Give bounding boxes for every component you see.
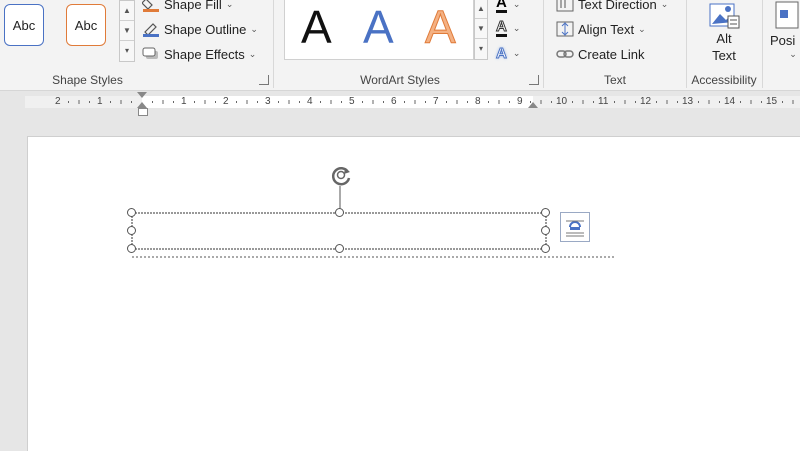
wordart-gallery-scroll[interactable]: ▲ ▼ ▾ [474, 0, 488, 60]
ruler-number: 2 [223, 96, 229, 107]
ruler-number: 6 [391, 96, 397, 107]
scroll-up-icon[interactable]: ▲ [475, 0, 487, 19]
position-icon [770, 0, 800, 30]
ruler-number: 3 [265, 96, 271, 107]
chevron-down-icon: ⌄ [250, 23, 258, 34]
position-label: Posi [770, 33, 796, 48]
right-indent-marker[interactable] [528, 102, 538, 108]
ribbon: Abc Abc ▲ ▼ ▾ Shape Fill ⌄ Shape Outline… [0, 0, 800, 91]
shape-styles-group-label: Shape Styles [52, 73, 123, 87]
alt-text-label-line1: Alt [716, 31, 732, 46]
text-effects-icon: A [496, 44, 508, 62]
paint-bucket-icon [141, 0, 160, 12]
alt-text-button[interactable]: Alt Text [700, 0, 748, 68]
shape-style-preset-label: Abc [74, 17, 98, 33]
text-direction-icon [556, 0, 574, 12]
layout-options-icon[interactable] [560, 212, 590, 242]
align-text-button[interactable]: Align Text ⌄ [556, 18, 646, 40]
shape-style-preset-1[interactable]: Abc [4, 4, 44, 46]
shape-fill-label: Shape Fill [164, 0, 222, 12]
accessibility-group-label: Accessibility [691, 73, 757, 87]
resize-handle-left[interactable] [127, 226, 136, 235]
left-indent-marker[interactable] [138, 108, 148, 116]
chevron-down-icon: ⌄ [512, 47, 521, 58]
create-link-button[interactable]: Create Link [556, 43, 644, 65]
wordart-styles-gallery[interactable]: A A A [284, 0, 474, 60]
wordart-style-blue[interactable]: A [363, 1, 394, 53]
ruler-number: 7 [433, 96, 439, 107]
align-text-label: Align Text [578, 21, 635, 37]
position-button[interactable]: Posi ⌄ [770, 0, 800, 68]
shape-outline-label: Shape Outline [164, 21, 247, 37]
scroll-down-icon[interactable]: ▼ [475, 19, 487, 39]
rotate-handle-icon[interactable] [328, 162, 354, 188]
first-line-indent-marker[interactable] [137, 92, 147, 98]
shape-effects-button[interactable]: Shape Effects ⌄ [142, 43, 256, 65]
chevron-down-icon: ⌄ [512, 22, 521, 33]
text-fill-button[interactable]: A ⌄ [496, 0, 530, 14]
shape-outline-button[interactable]: Shape Outline ⌄ [142, 18, 258, 40]
shape-styles-gallery-scroll[interactable]: ▲ ▼ ▾ [119, 0, 135, 62]
group-divider [686, 0, 687, 88]
ruler-number: 11 [598, 96, 609, 107]
ruler-number: 9 [517, 96, 523, 107]
text-group-label: Text [603, 73, 626, 87]
text-direction-label: Text Direction [578, 0, 657, 12]
resize-handle-bottom-left[interactable] [127, 244, 136, 253]
ruler-number: 2 [55, 96, 61, 107]
resize-handle-top[interactable] [335, 208, 344, 217]
resize-handle-bottom[interactable] [335, 244, 344, 253]
shape-effects-label: Shape Effects [164, 46, 245, 62]
alt-text-label-line2: Text [712, 48, 736, 63]
create-link-label: Create Link [578, 46, 645, 62]
link-icon [556, 46, 574, 62]
ruler-number: 8 [475, 96, 481, 107]
shape-effects-icon [142, 46, 160, 62]
scroll-down-icon[interactable]: ▼ [120, 21, 134, 41]
chevron-down-icon: ⌄ [225, 0, 234, 9]
document-page[interactable] [27, 136, 800, 451]
chevron-down-icon: ⌄ [638, 23, 646, 34]
scroll-up-icon[interactable]: ▲ [120, 1, 134, 21]
dialog-launcher-icon[interactable] [259, 75, 269, 85]
ruler-ticks [68, 100, 794, 104]
alt-text-icon [708, 0, 740, 30]
shape-style-preset-label: Abc [12, 17, 36, 33]
group-divider [273, 0, 274, 88]
text-direction-button[interactable]: Text Direction ⌄ [556, 0, 668, 15]
shape-style-preset-2[interactable]: Abc [66, 4, 106, 46]
chevron-down-icon: ⌄ [789, 49, 797, 59]
shape-fill-button[interactable]: Shape Fill ⌄ [141, 0, 234, 15]
resize-handle-top-right[interactable] [541, 208, 550, 217]
group-divider [762, 0, 763, 88]
wordart-style-black[interactable]: A [301, 1, 332, 53]
chevron-down-icon: ⌄ [512, 0, 521, 9]
ruler-number: 1 [181, 96, 187, 107]
ruler-number: 15 [766, 96, 778, 107]
ruler-number: 4 [307, 96, 313, 107]
gallery-more-icon[interactable]: ▾ [120, 41, 134, 61]
ruler-number: 12 [640, 96, 652, 107]
ruler-number: 14 [724, 96, 736, 107]
chevron-down-icon: ⌄ [660, 0, 669, 9]
dialog-launcher-icon[interactable] [529, 75, 539, 85]
text-outline-icon: A [496, 17, 507, 37]
ruler-number: 13 [682, 96, 694, 107]
chevron-down-icon: ⌄ [248, 48, 257, 59]
group-divider [543, 0, 544, 88]
resize-handle-bottom-right[interactable] [541, 244, 550, 253]
ruler-number: 1 [97, 96, 103, 107]
resize-handle-top-left[interactable] [127, 208, 136, 217]
text-outline-button[interactable]: A ⌄ [496, 18, 530, 38]
wordart-styles-group-label: WordArt Styles [360, 73, 440, 87]
ruler-number: 5 [349, 96, 355, 107]
resize-handle-right[interactable] [541, 226, 550, 235]
align-text-icon [556, 21, 574, 37]
ruler-number: 10 [556, 96, 568, 107]
text-fill-icon: A [496, 0, 507, 13]
gallery-more-icon[interactable]: ▾ [475, 39, 487, 59]
wordart-style-orange[interactable]: A [425, 1, 457, 54]
text-effects-button[interactable]: A ⌄ [496, 43, 530, 63]
pen-outline-icon [142, 21, 160, 37]
